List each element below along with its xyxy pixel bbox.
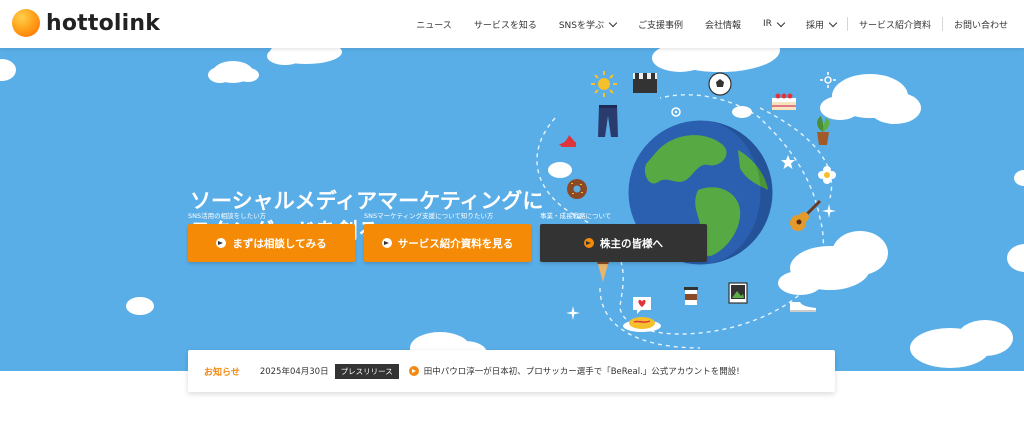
consult-button[interactable]: まずは相談してみる — [188, 224, 355, 262]
soccer-ball-icon — [708, 72, 732, 96]
nav-item-learn-sns[interactable]: SNSを学ぶ — [558, 18, 618, 31]
cta-caption-materials: SNSマーケティング支援について知りたい方 — [364, 212, 494, 220]
omelette-icon — [623, 317, 661, 332]
nav-item-label: ニュース — [416, 20, 452, 31]
jeans-icon — [598, 105, 618, 137]
nav-item-case-studies[interactable]: ご支援事例 — [638, 18, 683, 31]
hero-section: ソーシャルメディアマーケティングに スタンダードを創る — [0, 48, 1024, 371]
donut-icon — [567, 179, 587, 199]
nav-item-services[interactable]: サービスを知る — [474, 18, 537, 31]
nav-item-label: IR — [763, 19, 772, 29]
sparkle-icon — [671, 107, 681, 117]
nav-item-label: SNSを学ぶ — [558, 20, 604, 31]
shareholders-button[interactable]: 株主の皆様へ — [540, 224, 707, 262]
nav-item-label: ご支援事例 — [638, 20, 684, 31]
logo[interactable]: hottolink — [12, 9, 160, 37]
flower-icon — [818, 166, 836, 184]
main-nav: ニュース サービスを知る SNSを学ぶ ご支援事例 会社情報 IR 採用 サービ… — [405, 0, 1024, 48]
nav-item-service-materials[interactable]: サービス紹介資料 — [859, 18, 931, 31]
guitar-icon — [790, 199, 822, 231]
arrow-right-icon — [584, 238, 594, 248]
logo-text: hottolink — [46, 10, 161, 36]
nav-item-recruit[interactable]: 採用 — [805, 18, 838, 31]
nav-item-label: お問い合わせ — [953, 20, 1008, 31]
sparkle-icon — [820, 72, 836, 88]
nav-item-label: 採用 — [805, 20, 824, 31]
cake-icon — [772, 93, 796, 110]
nav-item-label: サービスを知る — [473, 20, 537, 31]
coffee-icon — [684, 287, 698, 305]
photo-icon — [728, 282, 748, 304]
nav-item-news[interactable]: ニュース — [416, 18, 452, 31]
chevron-down-icon — [776, 18, 786, 27]
consult-button-label: まずは相談してみる — [232, 237, 327, 250]
site-header: hottolink ニュース サービスを知る SNSを学ぶ ご支援事例 会社情報… — [0, 0, 1024, 48]
star-icon — [781, 155, 795, 169]
plant-icon — [817, 116, 830, 145]
clapperboard-icon — [633, 73, 657, 93]
arrow-right-icon — [381, 238, 392, 248]
news-label: お知らせ — [204, 367, 240, 378]
news-category-badge: プレスリリース — [334, 363, 399, 379]
cta-caption-consult: SNS活用の相談をしたい方 — [188, 212, 267, 220]
chevron-down-icon — [608, 18, 618, 27]
sparkle-icon — [566, 306, 580, 320]
nav-item-label: 会社情報 — [705, 20, 742, 31]
shareholders-button-label: 株主の皆様へ — [600, 237, 663, 250]
nav-item-label: サービス紹介資料 — [858, 20, 931, 31]
news-date: 2025年04月30日 — [259, 367, 329, 377]
sun-icon — [591, 71, 617, 97]
service-materials-button-label: サービス紹介資料を見る — [397, 237, 514, 250]
news-bar: お知らせ 2025年04月30日 プレスリリース 田中パウロ淳一が日本初、プロサ… — [188, 350, 835, 392]
service-materials-button[interactable]: サービス紹介資料を見る — [364, 224, 531, 262]
arrow-right-icon — [408, 366, 419, 376]
nav-item-ir[interactable]: IR — [763, 18, 786, 29]
cta-caption-shareholders: 事業・成長戦略について — [540, 212, 612, 220]
news-headline-link[interactable]: 田中パウロ淳一が日本初、プロサッカー選手で「BeReal.」公式アカウントを開設… — [424, 365, 740, 377]
heart-message-icon — [633, 297, 651, 314]
sparkle-icon — [822, 204, 836, 218]
nav-item-contact[interactable]: お問い合わせ — [954, 18, 1008, 31]
high-heel-icon — [559, 135, 576, 147]
arrow-right-icon — [216, 238, 227, 248]
nav-divider — [941, 17, 943, 31]
sneaker-icon — [790, 302, 816, 312]
nav-divider — [846, 17, 848, 31]
chevron-down-icon — [828, 18, 838, 27]
nav-item-company[interactable]: 会社情報 — [705, 18, 741, 31]
logo-mark-icon — [12, 9, 40, 37]
